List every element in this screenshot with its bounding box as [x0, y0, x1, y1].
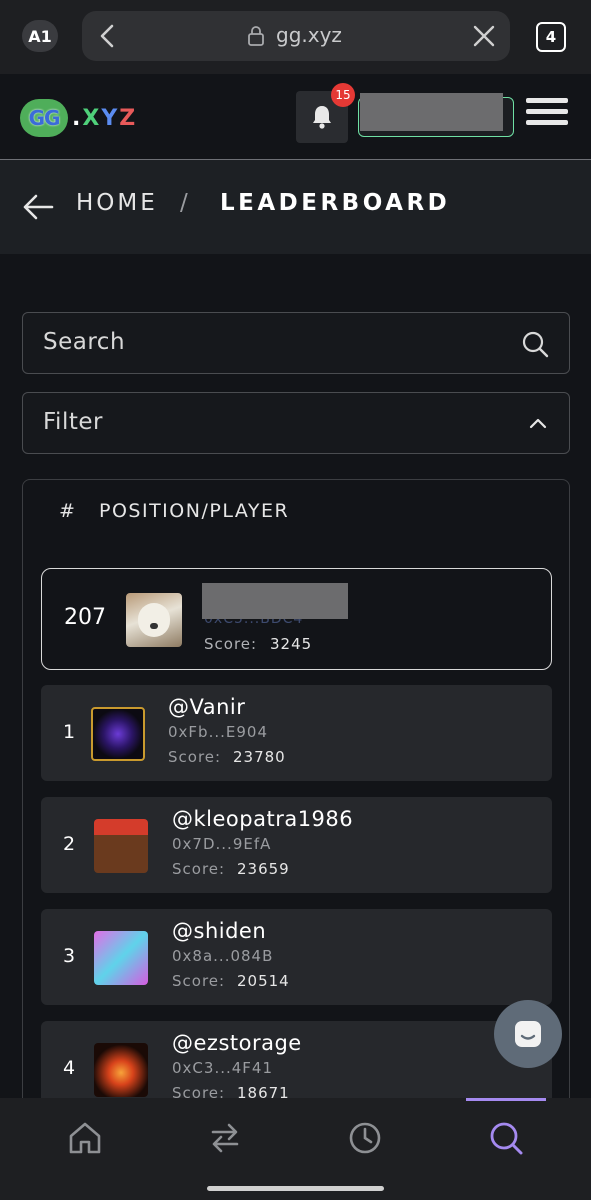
app-header: GG .XYZ 15 [0, 74, 591, 160]
player-name[interactable]: @ezstorage [172, 1031, 302, 1055]
search-placeholder: Search [43, 329, 126, 355]
lock-icon [248, 26, 264, 46]
search-icon[interactable] [521, 330, 549, 358]
logo-dot: . [72, 105, 83, 131]
logo-text: .XYZ [72, 106, 137, 131]
player-rank: 2 [63, 833, 76, 855]
player-address: 0x8a...084B [172, 947, 274, 965]
score-value: 23780 [233, 748, 286, 766]
breadcrumb-current: LEADERBOARD [220, 190, 451, 216]
logo-mark-text: GG [28, 106, 61, 130]
bottom-navigation [0, 1098, 591, 1200]
table-row[interactable]: 1 @Vanir 0xFb...E904 Score: 23780 [41, 685, 552, 781]
home-indicator [207, 1186, 384, 1191]
current-user-row[interactable]: 207 0xC5...BDC4 Score: 3245 [41, 568, 552, 670]
chevron-up-icon[interactable] [528, 415, 548, 431]
score-value: 3245 [270, 635, 313, 653]
history-icon[interactable] [347, 1120, 383, 1156]
chat-icon [515, 1021, 541, 1047]
table-row[interactable]: 2 @kleopatra1986 0x7D...9EfA Score: 2365… [41, 797, 552, 893]
player-address: 0x7D...9EfA [172, 835, 272, 853]
back-icon[interactable] [96, 23, 120, 49]
score-label: Score: [168, 748, 222, 766]
logo[interactable]: GG .XYZ [20, 96, 137, 140]
logo-y: Y [101, 105, 120, 131]
search-input[interactable]: Search [22, 312, 570, 374]
leaderboard-panel: # POSITION/PLAYER 207 0xC5...BDC4 Score:… [22, 479, 570, 1119]
player-name[interactable]: @shiden [172, 919, 266, 943]
redacted-wallet-label [360, 93, 503, 131]
tabs-count-button[interactable]: 4 [536, 22, 566, 52]
logo-mark: GG [20, 99, 68, 137]
player-rank: 3 [63, 945, 76, 967]
player-address: 0xFb...E904 [168, 723, 268, 741]
home-icon[interactable] [67, 1120, 103, 1156]
score-label: Score: [172, 972, 226, 990]
player-rank: 1 [63, 721, 76, 743]
logo-z: Z [119, 105, 138, 131]
player-address: 0xC3...4F41 [172, 1059, 273, 1077]
profile-badge[interactable]: A1 [22, 20, 58, 52]
player-rank: 4 [63, 1057, 76, 1079]
avatar [91, 707, 145, 761]
search-icon[interactable] [488, 1120, 524, 1156]
close-icon[interactable] [472, 24, 496, 48]
avatar [94, 819, 148, 873]
filter-label: Filter [43, 409, 103, 435]
breadcrumb: HOME / LEADERBOARD [0, 160, 591, 254]
screen: A1 gg.xyz 4 GG .XYZ 15 HOME / LEADERBOAR… [0, 0, 591, 1200]
table-row[interactable]: 3 @shiden 0x8a...084B Score: 20514 [41, 909, 552, 1005]
avatar [94, 1043, 148, 1097]
swap-icon[interactable] [207, 1120, 243, 1156]
breadcrumb-separator: / [180, 190, 188, 216]
browser-toolbar: A1 gg.xyz 4 [0, 0, 591, 74]
hamburger-menu-icon[interactable] [526, 98, 568, 132]
breadcrumb-home[interactable]: HOME [76, 190, 158, 216]
player-name[interactable]: @kleopatra1986 [172, 807, 353, 831]
logo-x: X [82, 105, 102, 131]
current-user-rank: 207 [64, 605, 106, 630]
bell-icon [313, 106, 331, 129]
notification-count-badge: 15 [331, 83, 355, 107]
url-text: gg.xyz [276, 23, 342, 47]
arrow-left-icon[interactable] [22, 192, 54, 222]
redacted-username [202, 583, 348, 619]
url-bar[interactable]: gg.xyz [82, 11, 510, 61]
score-label: Score: [172, 860, 226, 878]
player-name[interactable]: @Vanir [168, 695, 245, 719]
score-label: Score: [204, 635, 258, 653]
column-hash: # [59, 500, 76, 522]
column-position-player: POSITION/PLAYER [99, 500, 290, 522]
nav-active-indicator [466, 1098, 546, 1101]
chat-button[interactable] [494, 1000, 562, 1068]
avatar [126, 593, 182, 647]
score-value: 23659 [237, 860, 290, 878]
wallet-button[interactable] [358, 93, 514, 137]
filter-dropdown[interactable]: Filter [22, 392, 570, 454]
avatar [94, 931, 148, 985]
score-value: 20514 [237, 972, 290, 990]
